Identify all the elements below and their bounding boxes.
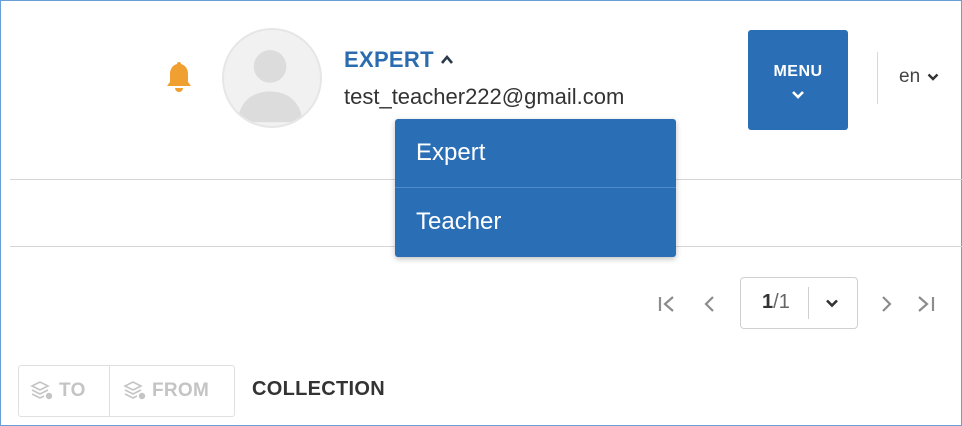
menu-button-label: MENU <box>773 63 823 80</box>
last-page-icon[interactable] <box>914 294 938 314</box>
total-pages: 1 <box>778 291 790 313</box>
chevron-down-icon <box>792 91 804 99</box>
first-page-icon[interactable] <box>656 294 680 314</box>
stack-icon <box>30 381 53 400</box>
page-indicator: 1/1 <box>762 291 790 314</box>
stack-icon <box>123 381 146 400</box>
transfer-button-group: TO FROM <box>18 365 235 417</box>
language-selector[interactable]: en <box>899 66 939 88</box>
bell-icon[interactable] <box>164 58 194 98</box>
role-option-expert[interactable]: Expert <box>395 119 676 187</box>
chevron-down-icon[interactable] <box>825 298 839 309</box>
avatar-placeholder-icon <box>237 50 303 123</box>
avatar[interactable] <box>222 28 322 128</box>
role-label: EXPERT <box>344 47 434 72</box>
header-divider <box>877 52 878 104</box>
prev-page-icon[interactable] <box>698 294 722 314</box>
collection-label: COLLECTION <box>252 378 385 400</box>
current-page: 1 <box>762 291 774 313</box>
from-button[interactable]: FROM <box>122 366 209 416</box>
menu-button[interactable]: MENU <box>748 30 848 130</box>
user-email: test_teacher222@gmail.com <box>344 84 625 109</box>
from-button-label: FROM <box>152 380 210 401</box>
to-button[interactable]: TO <box>29 366 86 416</box>
page-selector-divider <box>808 287 809 319</box>
page-selector[interactable]: 1/1 <box>740 277 858 329</box>
role-dropdown: Expert Teacher <box>395 119 676 257</box>
to-button-label: TO <box>59 380 86 401</box>
chevron-up-icon <box>440 54 453 64</box>
role-option-teacher[interactable]: Teacher <box>395 188 676 256</box>
next-page-icon[interactable] <box>874 294 898 314</box>
chevron-down-icon <box>927 73 939 81</box>
language-label: en <box>899 66 921 87</box>
role-switcher[interactable]: EXPERT <box>344 47 454 73</box>
button-group-divider <box>109 366 110 416</box>
